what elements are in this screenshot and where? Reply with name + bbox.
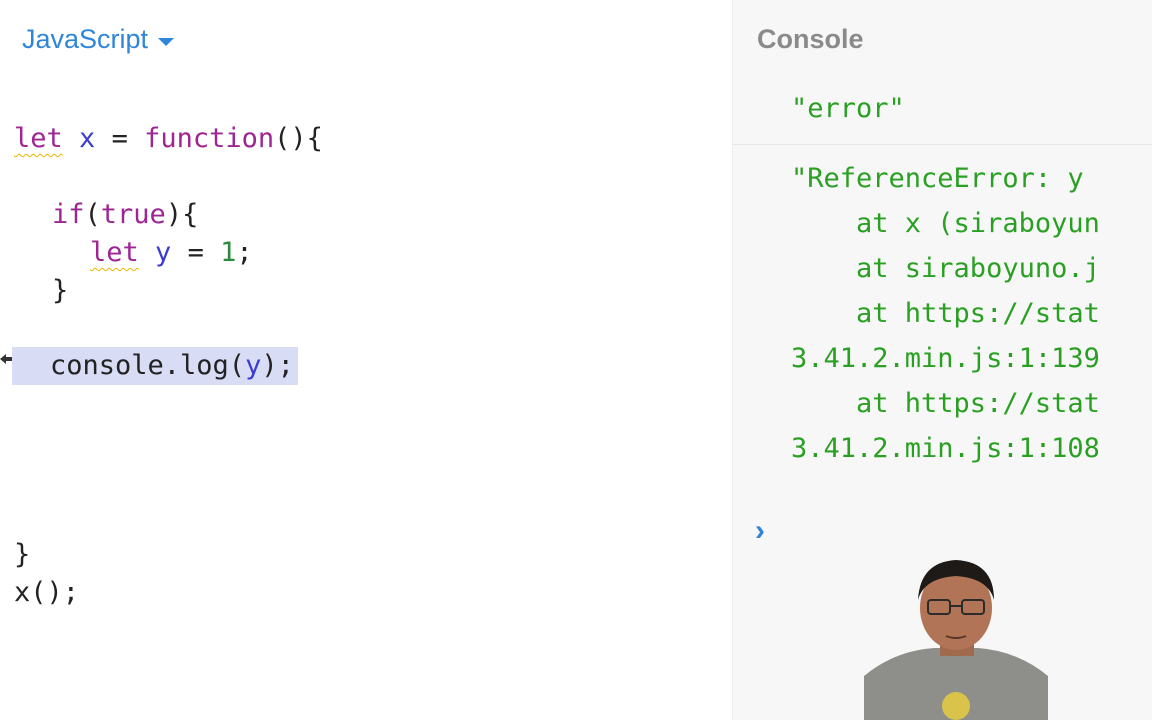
code-line-6: } — [14, 539, 31, 570]
trace-line: 3.41.2.min.js:1:108 — [791, 433, 1100, 464]
chevron-right-icon[interactable]: › — [755, 514, 765, 548]
code-line-7: x(); — [14, 577, 80, 608]
console-divider — [733, 144, 1152, 145]
trace-line: at https://stat — [791, 298, 1100, 329]
editor-pane[interactable]: JavaScript let x = function(){ if(true){… — [0, 0, 732, 720]
trace-line: at siraboyuno.j — [791, 253, 1100, 284]
trace-line: "ReferenceError: y — [791, 163, 1084, 194]
console-entry-error: "error" — [791, 93, 905, 124]
webcam-presenter-image — [864, 556, 1048, 720]
code-line-3: let y = 1; — [90, 237, 253, 268]
console-title: Console — [757, 24, 864, 54]
code-line-2: if(true){ — [52, 199, 199, 230]
mouse-cursor-icon — [0, 354, 12, 364]
trace-line: 3.41.2.min.js:1:139 — [791, 343, 1100, 374]
code-line-5-selected: console.log(y); — [12, 347, 298, 385]
trace-line: at x (siraboyun — [791, 208, 1100, 239]
trace-line: at https://stat — [791, 388, 1100, 419]
code-area[interactable]: let x = function(){ if(true){ let y = 1;… — [0, 0, 732, 720]
code-line-4: } — [52, 275, 69, 306]
code-line-1: let x = function(){ — [14, 123, 323, 154]
